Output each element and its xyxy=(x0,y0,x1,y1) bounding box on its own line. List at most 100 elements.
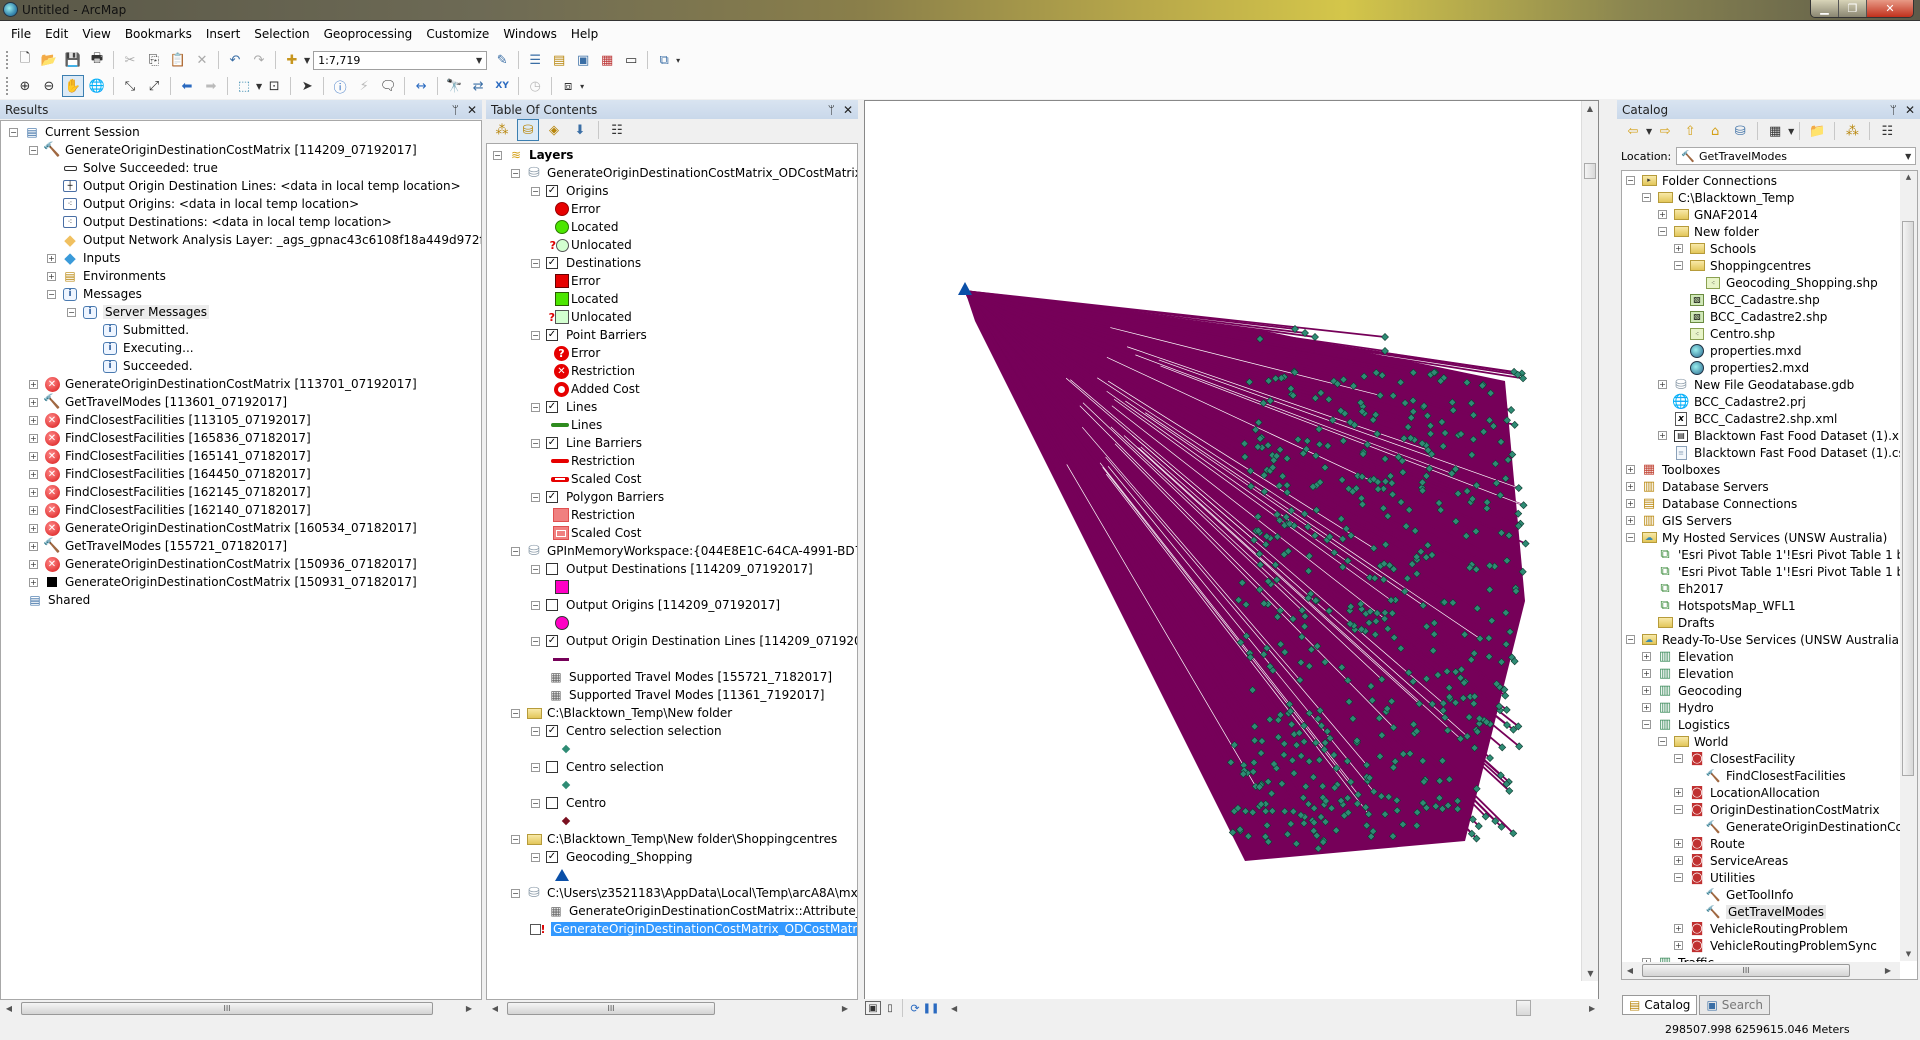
inputs-node[interactable]: + ◆ Inputs xyxy=(1,249,481,267)
catalog-item[interactable]: + ⛁ New File Geodatabase.gdb xyxy=(1622,376,1917,393)
clear-selection-icon[interactable]: ⊡ xyxy=(263,75,285,97)
checked-checkbox[interactable]: ✓ xyxy=(546,437,558,449)
toc-legend-symbol-row[interactable] xyxy=(487,614,857,632)
collapse-icon[interactable]: − xyxy=(1674,754,1683,763)
collapse-icon[interactable]: − xyxy=(1674,873,1683,882)
menu-selection[interactable]: Selection xyxy=(247,27,316,41)
scroll-thumb[interactable]: III xyxy=(21,1002,433,1015)
checked-checkbox[interactable]: ✓ xyxy=(546,257,558,269)
menu-bookmarks[interactable]: Bookmarks xyxy=(118,27,199,41)
unchecked-checkbox[interactable] xyxy=(546,761,558,773)
expand-icon[interactable]: + xyxy=(29,577,38,587)
expand-icon[interactable]: + xyxy=(1674,856,1683,865)
toc-legend-item[interactable]: ? Error xyxy=(487,344,857,362)
server-message-item[interactable]: i Executing... xyxy=(1,339,481,357)
tab-search[interactable]: ▣ Search xyxy=(1699,995,1771,1015)
tab-catalog[interactable]: ▤ Catalog xyxy=(1622,995,1698,1015)
expand-icon[interactable]: + xyxy=(29,451,38,461)
new-document-icon[interactable]: 🗋 xyxy=(14,49,36,71)
toc-gp-workspace[interactable]: − ⛁ GPInMemoryWorkspace:{044E8E1C-64CA-499… xyxy=(487,542,857,560)
checked-checkbox[interactable]: ✓ xyxy=(546,185,558,197)
catalog-item[interactable]: − New folder xyxy=(1622,223,1917,240)
expand-icon[interactable]: + xyxy=(1658,210,1667,219)
checked-checkbox[interactable]: ✓ xyxy=(546,401,558,413)
catalog-item[interactable]: + GNAF2014 xyxy=(1622,206,1917,223)
forward-icon[interactable]: ⇨ xyxy=(1654,120,1676,142)
menu-edit[interactable]: Edit xyxy=(38,27,75,41)
expand-icon[interactable]: + xyxy=(29,469,38,479)
collapse-icon[interactable]: − xyxy=(531,564,540,574)
result-output-item[interactable]: ◆ Output Network Analysis Layer: _ags_gpn… xyxy=(1,231,481,249)
collapse-icon[interactable]: − xyxy=(1626,635,1635,644)
results-horizontal-scrollbar[interactable]: ◀ III ▶ xyxy=(1,1000,481,1017)
catalog-item[interactable]: ▧ BCC_Cadastre2.shp xyxy=(1622,308,1917,325)
catalog-item[interactable]: + ▥ Hydro xyxy=(1622,699,1917,716)
result-history-item[interactable]: + ✕ FindClosestFacilities [162140_07182017… xyxy=(1,501,481,519)
messages-node[interactable]: − i Messages xyxy=(1,285,481,303)
collapse-icon[interactable]: − xyxy=(1674,261,1683,270)
checked-checkbox[interactable]: ✓ xyxy=(546,635,558,647)
unchecked-checkbox[interactable] xyxy=(546,599,558,611)
shared-node[interactable]: ▤ Shared xyxy=(1,591,481,609)
catalog-item[interactable]: − ☁ My Hosted Services (UNSW Australia) xyxy=(1622,529,1917,546)
collapse-icon[interactable]: − xyxy=(1658,737,1667,746)
scroll-down-icon[interactable]: ▼ xyxy=(1900,950,1917,958)
environments-node[interactable]: + ▤ Environments xyxy=(1,267,481,285)
connect-to-folder-icon[interactable]: ⛁ xyxy=(1729,120,1751,142)
server-messages-node[interactable]: − i Server Messages xyxy=(1,303,481,321)
pan-icon[interactable]: ✋ xyxy=(62,75,84,97)
refresh-icon[interactable]: ⟳ xyxy=(908,997,922,1019)
pin-icon[interactable]: ᛘ xyxy=(452,103,459,117)
toc-output-destinations[interactable]: − Output Destinations [114209_07192017] xyxy=(487,560,857,578)
catalog-item[interactable]: properties.mxd xyxy=(1622,342,1917,359)
create-viewer-window-icon[interactable]: ⧈ xyxy=(557,75,579,97)
toc-attribute-param-table[interactable]: ▦ GenerateOriginDestinationCostMatrix::At… xyxy=(487,902,857,920)
expand-icon[interactable]: + xyxy=(29,505,38,515)
catalog-item[interactable]: − ◙ Utilities xyxy=(1622,869,1917,886)
result-history-item[interactable]: + ✕ GenerateOriginDestinationCostMatrix [1… xyxy=(1,375,481,393)
scroll-left-icon[interactable]: ◀ xyxy=(1622,966,1638,975)
chevron-down-icon[interactable]: ▼ xyxy=(1905,152,1911,161)
collapse-icon[interactable]: − xyxy=(29,145,38,155)
collapse-icon[interactable]: − xyxy=(1674,805,1683,814)
views-icon[interactable]: ▦ xyxy=(1764,120,1786,142)
catalog-item[interactable]: 🔨 FindClosestFacilities xyxy=(1622,767,1917,784)
server-message-item[interactable]: i Succeeded. xyxy=(1,357,481,375)
toc-travel-modes-table[interactable]: ▦ Supported Travel Modes [11361_7192017] xyxy=(487,686,857,704)
toc-folder-shoppingcentres[interactable]: − C:\Blacktown_Temp\New folder\Shoppingce… xyxy=(487,830,857,848)
checked-checkbox[interactable]: ✓ xyxy=(546,329,558,341)
delete-icon[interactable]: ✕ xyxy=(191,49,213,71)
modelbuilder-icon[interactable]: ⧉ xyxy=(653,49,675,71)
catalog-window-icon[interactable]: ▤ xyxy=(548,49,570,71)
pause-drawing-icon[interactable]: ❚❚ xyxy=(923,997,940,1019)
up-one-level-icon[interactable]: ⇧ xyxy=(1679,120,1701,142)
map-hscroll-thumb[interactable] xyxy=(1516,1000,1531,1016)
expand-icon[interactable]: + xyxy=(1642,703,1651,712)
expand-icon[interactable]: + xyxy=(1674,788,1683,797)
catalog-item[interactable]: − C:\Blacktown_Temp xyxy=(1622,189,1917,206)
location-combobox[interactable]: 🔨 GetTravelModes ▼ xyxy=(1676,147,1917,165)
toc-legend-item[interactable]: Error xyxy=(487,272,857,290)
minimize-button[interactable]: ▁ xyxy=(1811,0,1839,17)
select-dropdown-icon[interactable]: ▼ xyxy=(256,82,262,91)
scroll-up-icon[interactable]: ▲ xyxy=(1582,104,1598,113)
collapse-icon[interactable]: − xyxy=(511,168,520,178)
expand-icon[interactable]: + xyxy=(29,379,38,389)
toc-polygon-barriers[interactable]: − ✓ Polygon Barriers xyxy=(487,488,857,506)
scroll-right-icon[interactable]: ▶ xyxy=(461,1004,477,1013)
result-history-item[interactable]: + ✕ FindClosestFacilities [113105_07192017… xyxy=(1,411,481,429)
close-panel-icon[interactable]: ✕ xyxy=(1905,103,1915,117)
catalog-item[interactable]: − ▥ Logistics xyxy=(1622,716,1917,733)
catalog-item[interactable]: + ▤ Blacktown Fast Food Dataset (1).xlsx xyxy=(1622,427,1917,444)
unchecked-checkbox[interactable] xyxy=(546,563,558,575)
new-folder-icon[interactable]: 📁 xyxy=(1806,120,1828,142)
menu-help[interactable]: Help xyxy=(564,27,605,41)
collapse-icon[interactable]: − xyxy=(531,492,540,502)
collapse-icon[interactable]: − xyxy=(493,150,502,160)
catalog-item[interactable]: + ▥ Database Servers xyxy=(1622,478,1917,495)
catalog-item[interactable]: + ◙ ServiceAreas xyxy=(1622,852,1917,869)
toc-horizontal-scrollbar[interactable]: ◀ III ▶ xyxy=(487,1000,857,1017)
close-panel-icon[interactable]: ✕ xyxy=(843,103,853,117)
catalog-item[interactable]: − ◙ ClosestFacility xyxy=(1622,750,1917,767)
paste-icon[interactable]: 📋 xyxy=(167,49,189,71)
